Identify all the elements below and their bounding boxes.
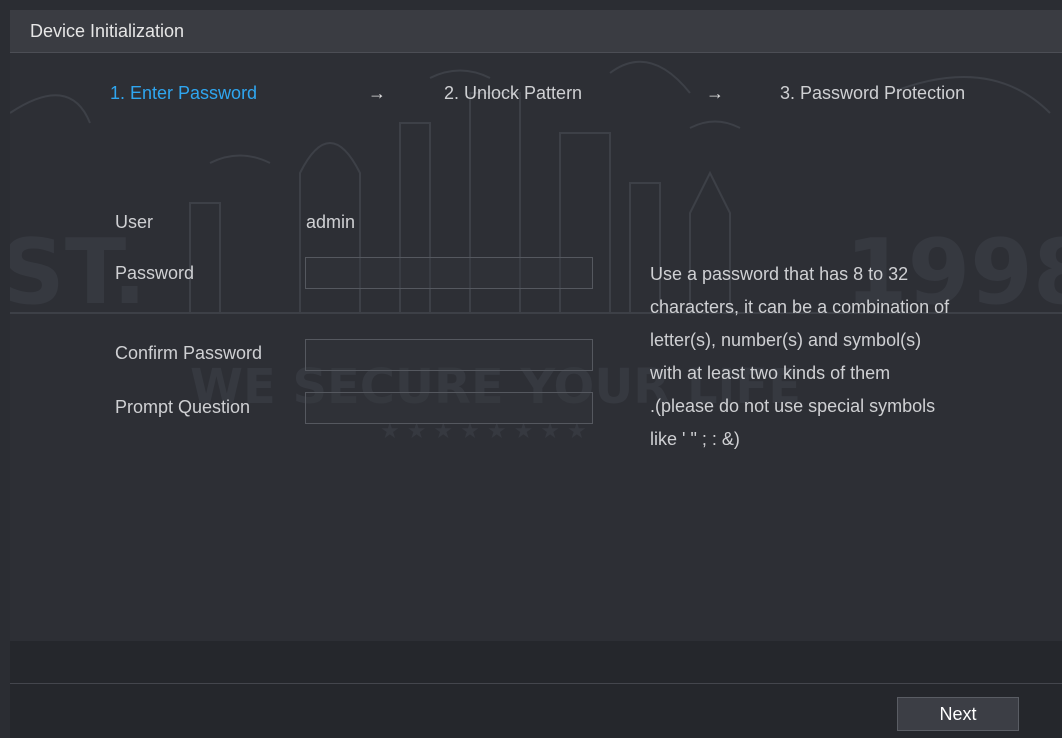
wizard-content: ST. 1998 WE SECURE YOUR LIFE ★ ★ ★ ★ ★ ★… <box>10 53 1062 641</box>
window-title: Device Initialization <box>30 21 185 41</box>
step-enter-password: 1. Enter Password <box>110 83 258 103</box>
title-bar: Device Initialization <box>10 10 1062 53</box>
footer-bar: Next <box>10 641 1062 738</box>
device-initialization-window: Device Initialization ST. 199 WE SECURE … <box>0 0 1062 738</box>
footer-divider <box>10 683 1062 684</box>
confirm-password-label: Confirm Password <box>115 343 263 363</box>
confirm-password-input[interactable] <box>305 339 593 371</box>
wizard-steps: 1. Enter Password → 2. Unlock Pattern → … <box>10 83 1062 113</box>
user-label: User <box>115 212 154 232</box>
password-label: Password <box>115 263 195 283</box>
step-unlock-pattern: 2. Unlock Pattern <box>444 83 583 103</box>
next-button[interactable]: Next <box>897 697 1019 731</box>
prompt-question-input[interactable] <box>305 392 593 424</box>
step-arrow-icon: → <box>706 83 724 103</box>
step-arrow-icon: → <box>368 83 386 103</box>
user-value: admin <box>306 212 356 232</box>
prompt-question-label: Prompt Question <box>115 397 251 417</box>
step-password-protection: 3. Password Protection <box>780 83 966 103</box>
password-hint: Use a password that has 8 to 32 characte… <box>650 264 950 449</box>
password-input[interactable] <box>305 257 593 289</box>
